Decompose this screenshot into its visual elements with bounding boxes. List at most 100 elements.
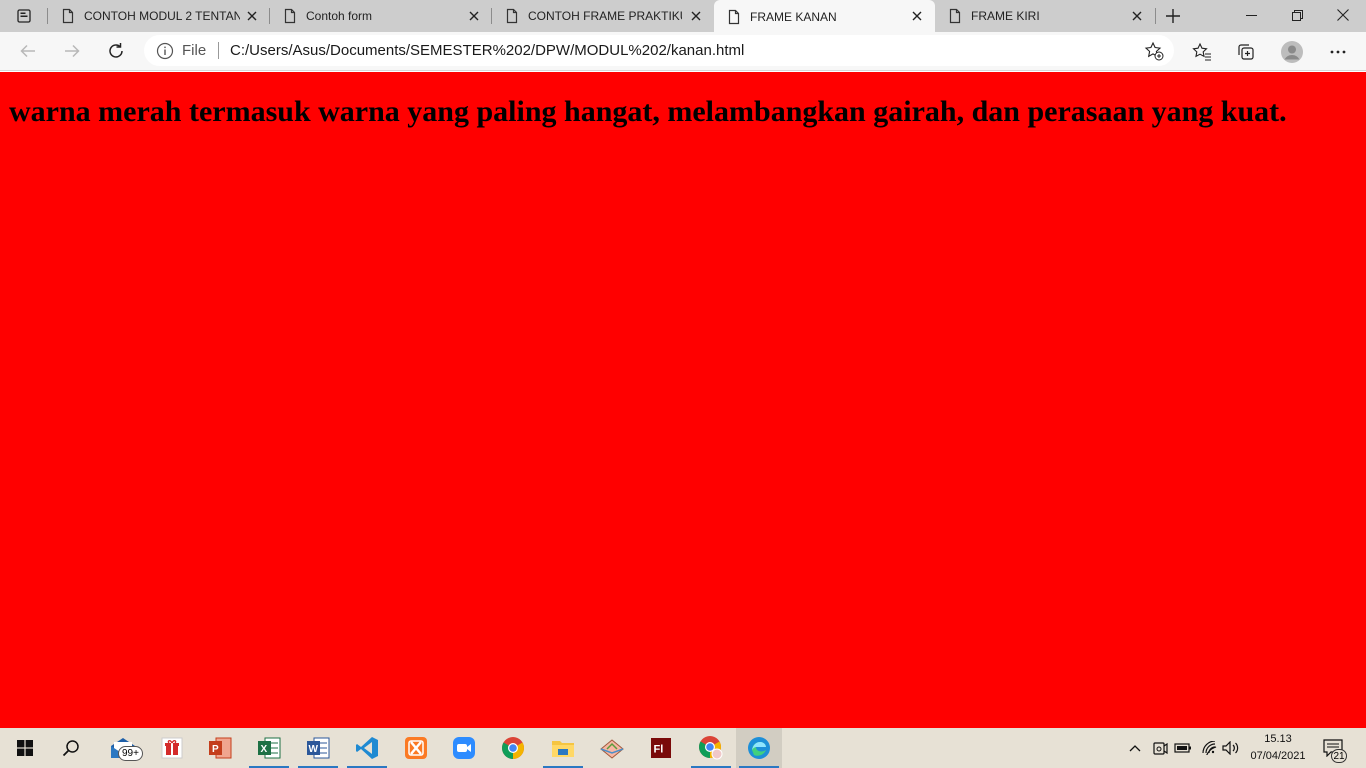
close-window-button[interactable] [1320, 0, 1366, 30]
forward-button[interactable] [56, 36, 88, 66]
battery-icon [1174, 743, 1191, 753]
url-text[interactable]: C:/Users/Asus/Documents/SEMESTER%202/DPW… [230, 42, 744, 59]
favorites-button[interactable] [1187, 37, 1217, 67]
tab-actions-button[interactable] [8, 4, 40, 28]
page-content: warna merah termasuk warna yang paling h… [0, 72, 1366, 728]
taskbar-excel[interactable]: X [246, 728, 292, 768]
taskbar-file-explorer[interactable] [540, 728, 586, 768]
tab-actions-icon [17, 9, 31, 23]
add-favorite-icon[interactable] [1144, 41, 1164, 61]
tab-close-button[interactable] [466, 8, 482, 24]
taskbar-powerpoint[interactable]: P [197, 728, 243, 768]
tab-close-button[interactable] [244, 8, 260, 24]
mail-badge: 99+ [118, 746, 143, 761]
clock-time: 15.13 [1264, 733, 1292, 745]
powerpoint-icon: P [209, 737, 232, 759]
tab-close-button[interactable] [688, 8, 704, 24]
new-tab-button[interactable] [1160, 4, 1186, 28]
tab-title: CONTOH MODUL 2 TENTANG [84, 9, 240, 23]
tray-meet-now[interactable] [1150, 728, 1170, 768]
search-icon [62, 740, 79, 757]
tab-frame-kanan[interactable]: FRAME KANAN [714, 0, 935, 34]
close-icon [691, 11, 701, 21]
minimize-button[interactable] [1228, 0, 1274, 30]
arrow-right-icon [65, 44, 80, 58]
taskbar-xampp[interactable] [393, 728, 439, 768]
svg-text:P: P [212, 744, 219, 755]
plus-icon [1166, 9, 1180, 23]
close-icon [1337, 9, 1349, 21]
tab-contoh-frame-praktikum[interactable]: CONTOH FRAME PRAKTIKUM [492, 0, 714, 32]
xampp-icon [405, 737, 427, 759]
taskbar-zoom[interactable] [441, 728, 487, 768]
minimize-icon [1245, 14, 1257, 16]
taskbar-clock[interactable]: 15.13 07/04/2021 [1240, 731, 1316, 765]
page-icon [949, 8, 961, 24]
edge-icon [748, 737, 770, 759]
collections-button[interactable] [1231, 37, 1261, 67]
show-hidden-icons-button[interactable] [1126, 728, 1144, 768]
tab-contoh-form[interactable]: Contoh form [270, 0, 492, 32]
tab-title: Contoh form [306, 9, 373, 23]
info-icon[interactable] [156, 42, 174, 60]
refresh-button[interactable] [100, 36, 132, 66]
taskbar-vscode[interactable] [344, 728, 390, 768]
collections-icon [1238, 44, 1254, 60]
meet-now-icon [1153, 742, 1168, 755]
page-icon [506, 8, 518, 24]
tab-frame-kiri[interactable]: FRAME KIRI [935, 0, 1155, 32]
windows-taskbar: 99+ P X W Fl 15.13 07/04/2021 21 [0, 728, 1366, 768]
avatar-icon [1281, 41, 1303, 63]
page-heading: warna merah termasuk warna yang paling h… [9, 95, 1287, 128]
more-icon [1330, 50, 1346, 54]
taskbar-drawing-app[interactable] [589, 728, 635, 768]
svg-text:W: W [309, 744, 319, 755]
tray-volume[interactable] [1220, 728, 1242, 768]
restore-icon [1291, 9, 1303, 21]
back-button[interactable] [12, 36, 44, 66]
zoom-icon [453, 737, 475, 759]
page-icon [62, 8, 74, 24]
clock-date: 07/04/2021 [1250, 750, 1306, 762]
drawing-app-icon [600, 739, 624, 759]
tray-battery[interactable] [1172, 728, 1194, 768]
close-icon [247, 11, 257, 21]
tab-close-button[interactable] [909, 8, 925, 24]
favorites-icon [1192, 42, 1211, 61]
excel-icon: X [258, 737, 281, 759]
tab-separator [1155, 8, 1156, 24]
address-separator [218, 42, 219, 59]
profile-button[interactable] [1277, 37, 1307, 67]
taskbar-flash[interactable]: Fl [638, 728, 684, 768]
start-icon [17, 740, 33, 756]
tab-close-button[interactable] [1129, 8, 1145, 24]
gift-icon [161, 737, 183, 759]
chrome-icon [502, 737, 524, 759]
tab-title: FRAME KIRI [971, 9, 1040, 23]
refresh-icon [109, 43, 123, 58]
chevron-up-icon [1129, 745, 1141, 752]
page-icon [728, 9, 740, 25]
vscode-icon [356, 737, 378, 759]
address-bar[interactable]: File C:/Users/Asus/Documents/SEMESTER%20… [144, 35, 1174, 66]
arrow-left-icon [20, 44, 35, 58]
site-scheme-label: File [182, 42, 207, 59]
taskbar-edge[interactable] [736, 728, 782, 768]
start-button[interactable] [2, 728, 48, 768]
chrome-profile-icon [699, 736, 723, 760]
svg-text:X: X [261, 744, 268, 755]
taskbar-chrome-profile[interactable] [688, 728, 734, 768]
flash-icon: Fl [651, 738, 671, 758]
taskbar-chrome[interactable] [490, 728, 536, 768]
settings-more-button[interactable] [1323, 37, 1353, 67]
tray-network[interactable] [1198, 728, 1220, 768]
search-button[interactable] [48, 728, 94, 768]
tab-contoh-modul-2[interactable]: CONTOH MODUL 2 TENTANG [48, 0, 270, 32]
taskbar-gift-app[interactable] [149, 728, 195, 768]
close-icon [1132, 11, 1142, 21]
close-icon [469, 11, 479, 21]
word-icon: W [307, 737, 330, 759]
taskbar-word[interactable]: W [295, 728, 341, 768]
restore-button[interactable] [1274, 0, 1320, 30]
tab-title: FRAME KANAN [750, 10, 837, 24]
